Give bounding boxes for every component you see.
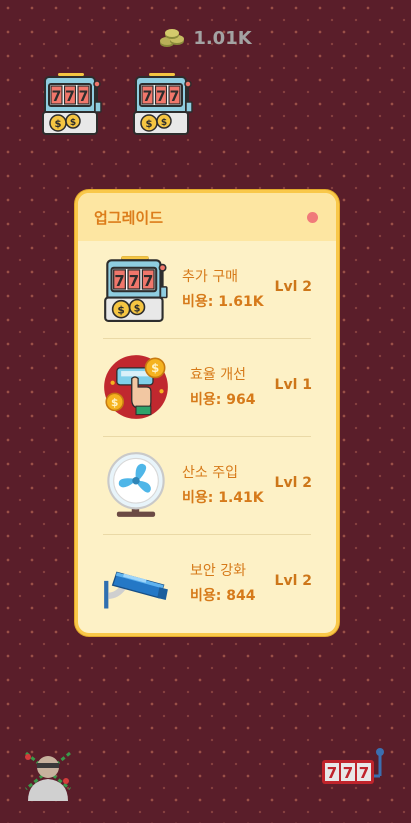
upgrade-level: Lvl 2 — [274, 573, 312, 589]
upgrade-item-oxygen[interactable]: 산소 주입 비용: 1.41K Lvl 2 — [78, 437, 336, 535]
panel-header: 업그레이드 — [78, 193, 336, 241]
upgrade-cost: 비용: 1.61K — [182, 294, 264, 310]
thief-icon[interactable] — [22, 745, 74, 801]
upgrade-cost: 비용: 844 — [190, 588, 256, 604]
coin-counter: 1.01K — [0, 26, 411, 50]
panel-title: 업그레이드 — [94, 208, 164, 227]
slot-machine-icon[interactable] — [40, 72, 104, 136]
upgrade-level: Lvl 2 — [274, 475, 312, 491]
svg-text:$: $ — [151, 361, 159, 375]
security-camera-icon — [104, 571, 168, 609]
tap-coin-icon: $ $ — [104, 355, 168, 419]
coin-amount: 1.01K — [193, 27, 252, 49]
upgrade-level: Lvl 1 — [274, 377, 312, 393]
upgrade-level: Lvl 2 — [274, 279, 312, 295]
coins-icon — [160, 29, 185, 47]
upgrade-cost: 비용: 1.41K — [182, 490, 264, 506]
upgrade-panel: 업그레이드 추가 구매 비용: 1.61K Lvl 2 $ $ 효율 개선 비용… — [75, 190, 339, 636]
upgrade-cost: 비용: 964 — [190, 392, 256, 408]
svg-text:7: 7 — [343, 764, 353, 782]
upgrade-item-efficiency[interactable]: $ $ 효율 개선 비용: 964 Lvl 1 — [78, 339, 336, 437]
svg-text:7: 7 — [359, 764, 369, 782]
upgrade-name: 효율 개선 — [190, 367, 246, 383]
upgrade-item-security[interactable]: 보안 강화 비용: 844 Lvl 2 — [78, 535, 336, 633]
fan-icon — [107, 452, 165, 517]
upgrade-name: 산소 주입 — [182, 465, 238, 481]
slot-machine-icon[interactable] — [131, 72, 195, 136]
svg-text:7: 7 — [327, 764, 337, 782]
upgrade-item-buy[interactable]: 추가 구매 비용: 1.61K Lvl 2 — [78, 241, 336, 339]
upgrade-name: 보안 강화 — [190, 563, 246, 579]
slot-777-icon[interactable]: 7 7 7 — [318, 746, 390, 788]
upgrade-name: 추가 구매 — [182, 269, 238, 285]
close-icon[interactable] — [307, 211, 318, 223]
svg-text:$: $ — [111, 396, 118, 409]
slot-machine-icon — [102, 255, 170, 323]
